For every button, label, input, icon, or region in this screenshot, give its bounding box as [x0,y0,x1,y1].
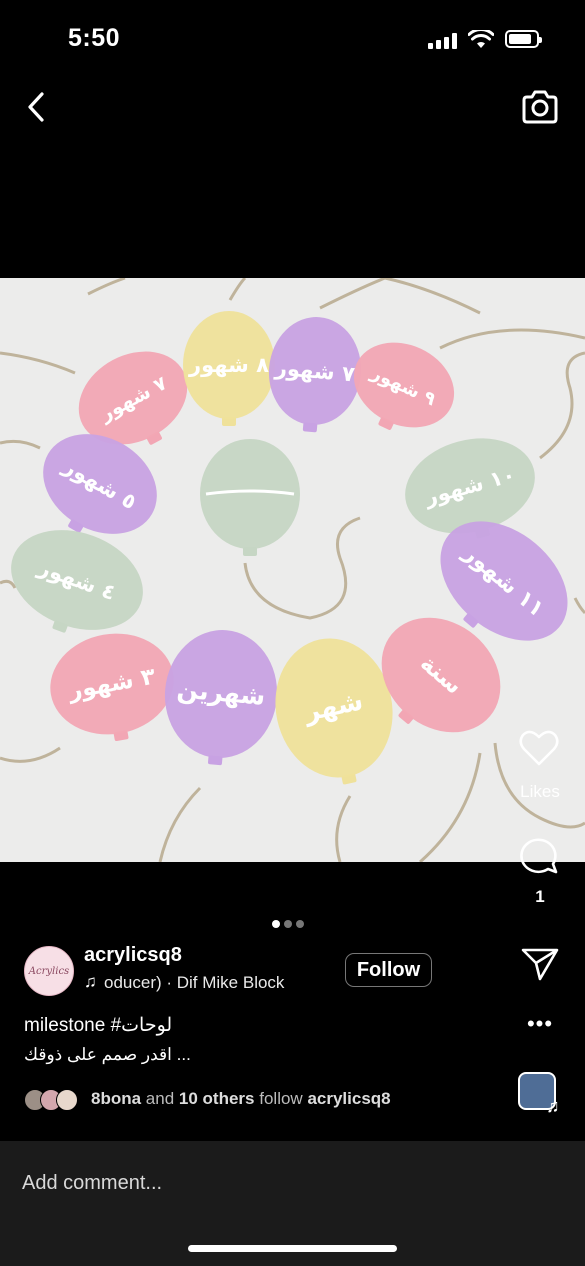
followers-and: and [145,1089,175,1108]
caption-title: milestone #لوحات [24,1015,173,1036]
balloon-tag [200,439,300,556]
camera-icon[interactable] [520,88,560,126]
avatar-logo-text: Acrylics [28,965,70,977]
more-icon[interactable]: ••• [522,1013,558,1035]
followers-text[interactable]: 8bona and 10 others follow acrylicsq8 [91,1089,391,1109]
comment-input[interactable]: Add comment... [22,1172,162,1195]
likes-label[interactable]: Likes [505,782,575,802]
follower-name: 8bona [91,1089,142,1108]
followed-account: acrylicsq8 [307,1089,391,1108]
carousel-dot [272,920,280,928]
heart-icon[interactable] [518,728,560,768]
comment-count[interactable]: 1 [505,887,575,907]
signal-icon [428,33,458,49]
balloon-tag: ٨ شهور [183,311,275,426]
comment-icon[interactable] [518,834,560,874]
music-note-icon: ♫ [84,972,97,991]
carousel-dot [296,920,304,928]
balloon-tag: ٧ شهور [268,317,362,433]
back-icon[interactable] [22,88,52,126]
username[interactable]: acrylicsq8 [84,944,182,967]
caption-text[interactable]: اقدر صمم على ذوقك ... [24,1045,191,1065]
balloon-label: ٨ شهور [188,353,269,377]
balloon-tag: ٤ شهور [11,530,143,633]
wifi-icon [468,30,494,48]
home-indicator [188,1245,397,1252]
music-note-icon: ♫ [546,1096,560,1116]
audio-track[interactable]: oducer) · Dif Mike Block [104,973,284,993]
share-icon[interactable] [520,946,560,982]
battery-icon [505,30,542,48]
post-image[interactable]: ٧ شهور ٨ شهور ٧ شهور ٩ شهور ٥ شهور ١٠ شهور ٤ ش… [0,278,585,862]
balloon-photo: ٧ شهور٨ شهور ٧ شهور ٩ شهور٥ شهور ١٠ شهور٤ ش… [0,278,585,862]
status-time: 5:50 [68,24,121,52]
follower-avatars[interactable] [24,1089,84,1111]
carousel-dot [284,920,292,928]
carousel-dots [272,920,304,928]
balloon-tag: شهرين [164,630,278,766]
follow-button[interactable]: Follow [345,953,432,987]
follower-avatar [56,1089,78,1111]
avatar[interactable]: Acrylics [24,946,74,996]
balloon-tag: ٣ شهور [50,633,174,742]
followers-follow: follow [259,1089,303,1108]
followers-others: 10 others [178,1089,255,1108]
